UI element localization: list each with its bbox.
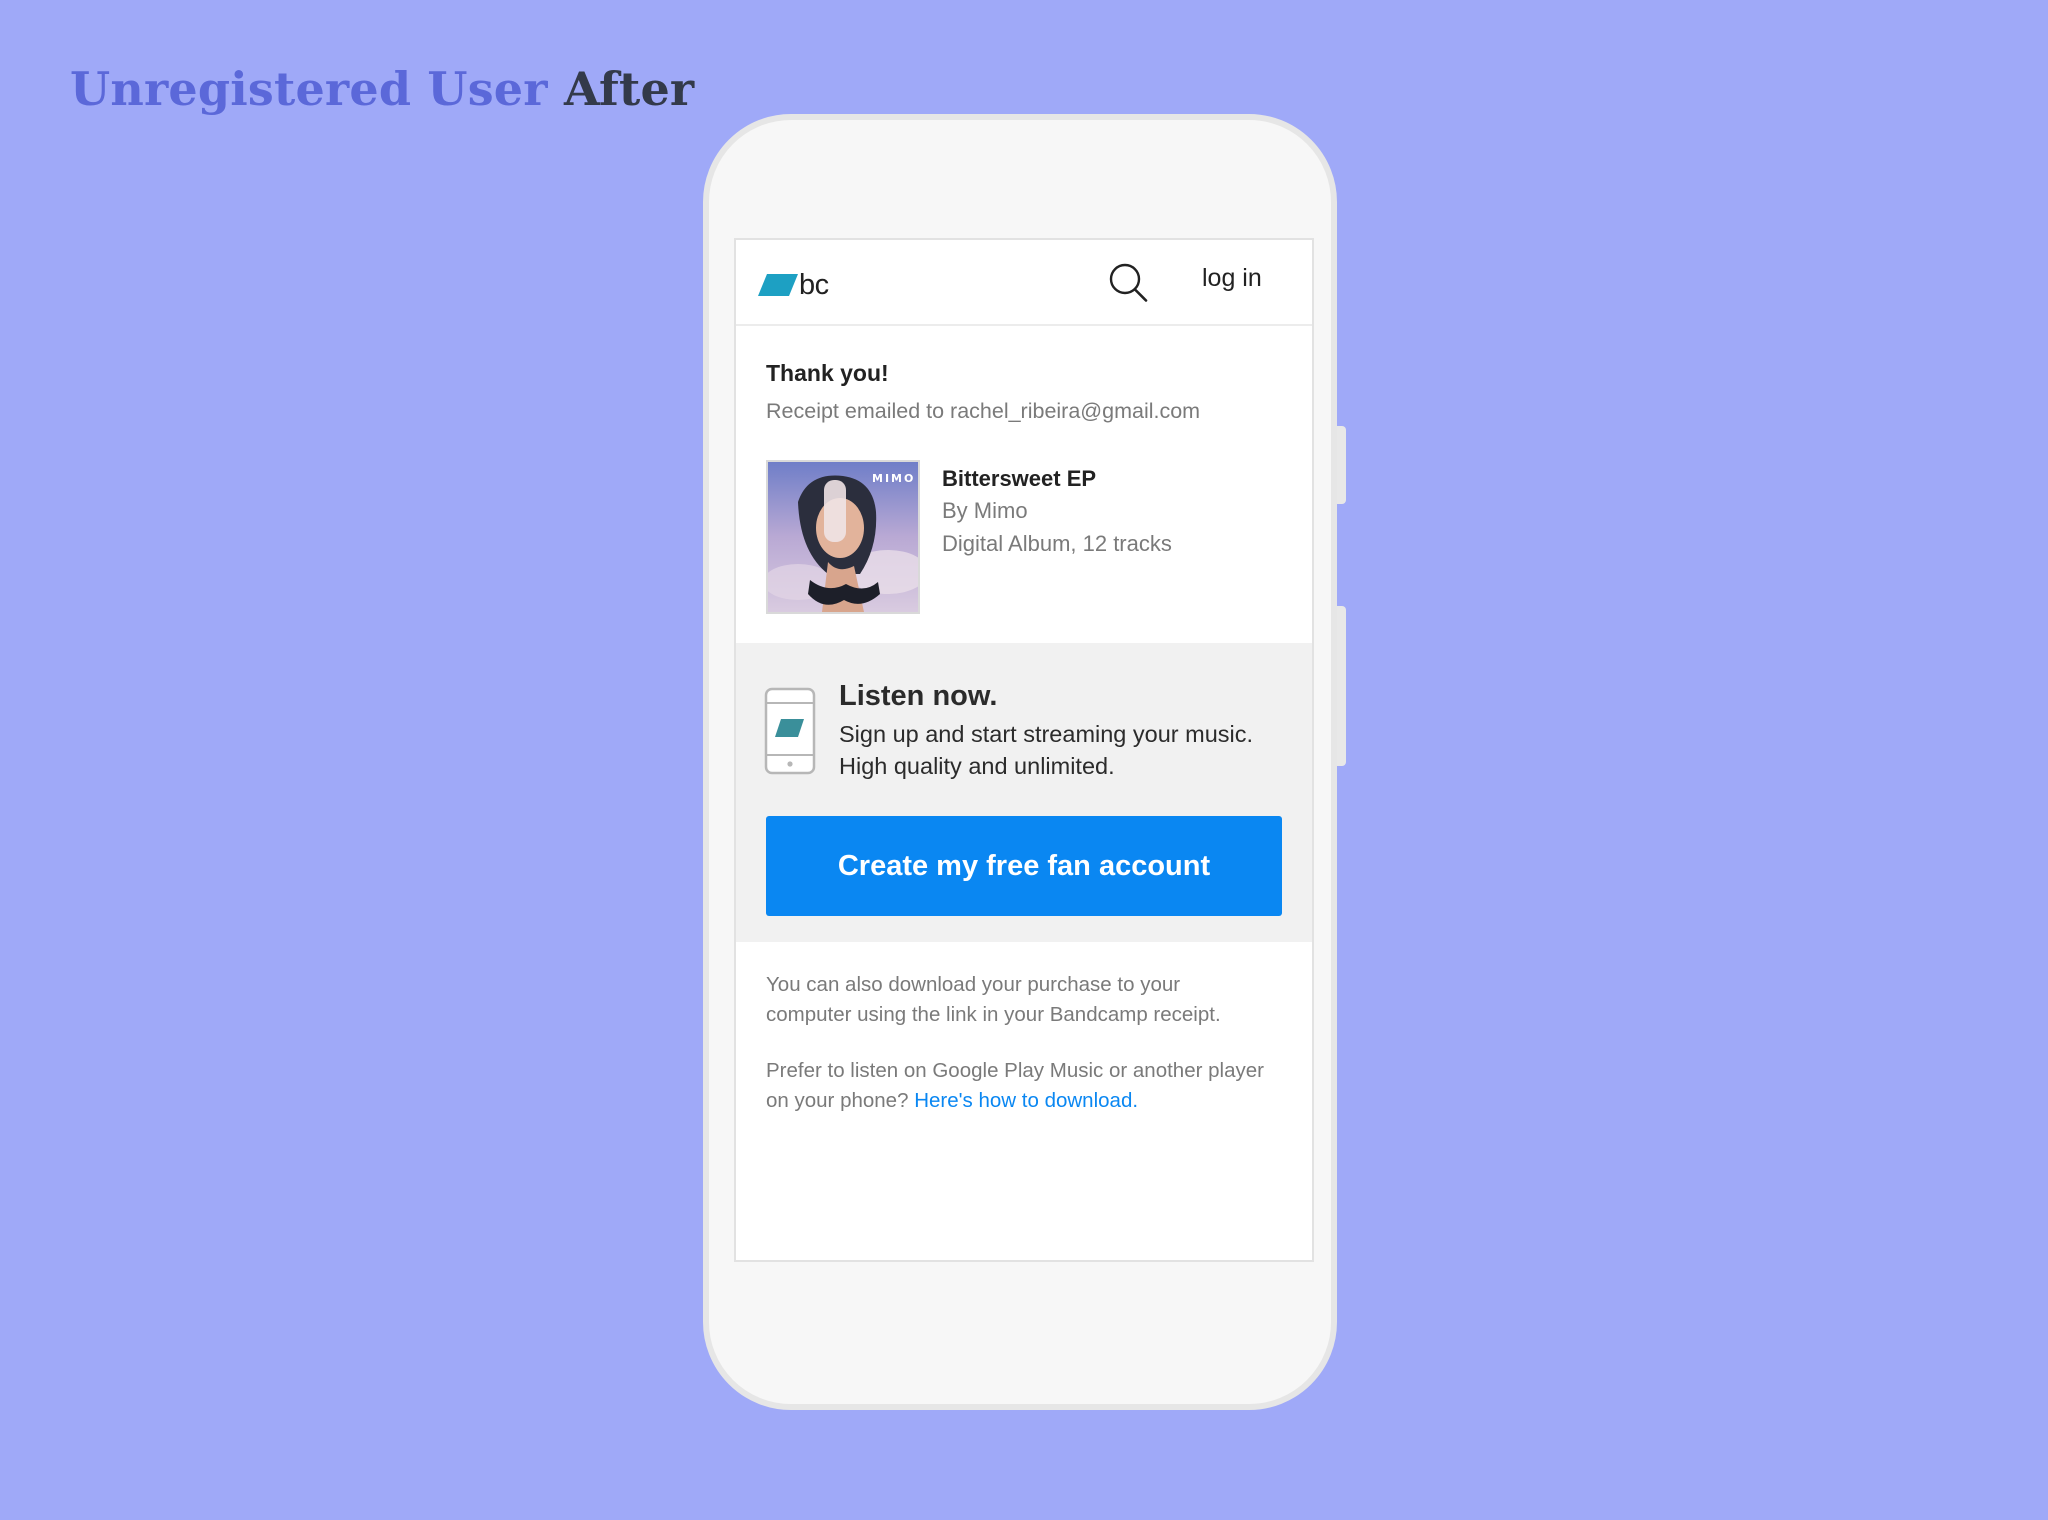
listen-now-description: Sign up and start streaming your music. … — [839, 718, 1279, 782]
album-title[interactable]: Bittersweet EP — [942, 466, 1096, 492]
phone-icon — [764, 687, 816, 775]
download-note: You can also download your purchase to y… — [766, 970, 1296, 1030]
logo-text: bc — [799, 268, 829, 301]
album-artist: By Mimo — [942, 498, 1028, 523]
how-to-download-link[interactable]: Here's how to download — [914, 1089, 1132, 1112]
album-cover[interactable]: MIMO — [766, 460, 920, 614]
download-note-line: computer using the link in your Bandcamp… — [766, 1003, 1221, 1026]
page-heading: Unregistered User After — [70, 62, 694, 117]
listen-desc-line: Sign up and start streaming your music. — [839, 721, 1254, 747]
album-cover-image: MIMO — [768, 462, 918, 612]
player-note-prefix: on your phone? — [766, 1089, 909, 1112]
listen-now-title: Listen now. — [839, 680, 998, 712]
heading-rest: After — [563, 62, 695, 116]
receipt-email-text: Receipt emailed to rachel_ribeira@gmail.… — [766, 399, 1201, 423]
phone-screen: bc log in Thank you! Receipt emailed to … — [734, 238, 1314, 1262]
player-note-line: on your phone? Here's how to download. — [766, 1086, 1296, 1116]
download-note-line: You can also download your purchase to y… — [766, 973, 1181, 996]
album-format: Digital Album, 12 tracks — [942, 531, 1172, 556]
search-icon[interactable] — [1108, 262, 1150, 304]
create-fan-account-button[interactable]: Create my free fan account — [766, 816, 1282, 916]
phone-side-button — [1337, 426, 1346, 504]
bandcamp-logo[interactable]: bc — [758, 268, 829, 302]
login-link[interactable]: log in — [1202, 264, 1262, 293]
listen-desc-line: High quality and unlimited. — [839, 753, 1115, 779]
link-period: . — [1132, 1089, 1139, 1112]
player-note-line: Prefer to listen on Google Play Music or… — [766, 1059, 1264, 1082]
phone-side-button — [1337, 606, 1346, 766]
svg-text:MIMO: MIMO — [872, 472, 915, 485]
listen-now-panel: Listen now. Sign up and start streaming … — [736, 643, 1312, 942]
heading-highlight: Unregistered User — [70, 62, 548, 116]
player-note: Prefer to listen on Google Play Music or… — [766, 1056, 1296, 1116]
app-header: bc log in — [736, 240, 1312, 326]
bandcamp-logo-icon — [758, 274, 798, 296]
thank-you-title: Thank you! — [766, 360, 889, 386]
